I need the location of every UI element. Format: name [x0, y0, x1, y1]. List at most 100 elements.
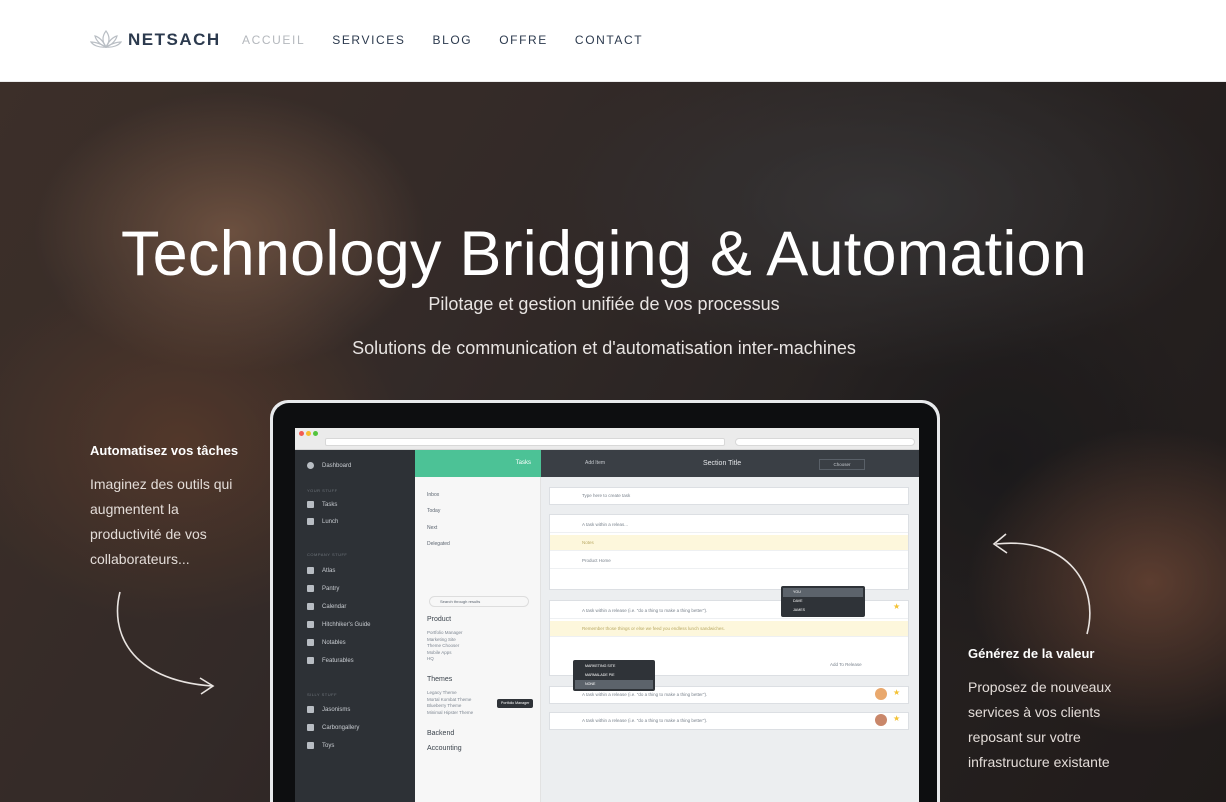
app-main-panel: Add Item Section Title Chooser Type here… — [541, 450, 919, 802]
add-item-button: Add Item — [585, 460, 606, 466]
task-project: Product Home — [550, 553, 908, 569]
product-subs: Portfolio Manager Marketing Site Theme C… — [427, 630, 463, 663]
camera-icon — [307, 724, 314, 731]
sidebar-label: Atlas — [322, 567, 336, 574]
curved-arrow-right-icon — [992, 533, 1091, 635]
project-dropdown: MARKETING SITE MARMALADE PIE NONE — [573, 660, 655, 691]
maximize-dot-icon — [313, 431, 318, 436]
browser-search — [735, 438, 915, 446]
people-icon — [307, 639, 314, 646]
sidebar-label: Calendar — [322, 603, 347, 610]
dashboard-icon — [307, 462, 314, 469]
category-backend: Backend — [427, 730, 455, 737]
book-icon — [307, 621, 314, 628]
pin-icon — [307, 501, 314, 508]
sidebar-item-featurables: Featurables — [307, 657, 354, 664]
sidebar-label: Lunch — [322, 518, 339, 525]
map-icon — [307, 567, 314, 574]
project-option: MARMALADE PIE — [585, 673, 615, 677]
sidebar-item-atlas: Atlas — [307, 567, 335, 574]
hero-title: Technology Bridging & Automation — [120, 219, 1087, 289]
sidebar-label: Toys — [322, 742, 335, 749]
pantry-icon — [307, 585, 314, 592]
feature-automate-heading: Automatisez vos tâches — [90, 443, 239, 458]
chooser-button: Chooser — [819, 459, 865, 470]
address-bar — [325, 438, 725, 446]
sidebar-label: Dashboard — [322, 462, 352, 469]
sidebar-label: Hitchhiker's Guide — [322, 621, 371, 628]
calendar-icon — [307, 603, 314, 610]
minimize-dot-icon — [306, 431, 311, 436]
sidebar-section: YOUR STUFF — [307, 488, 338, 493]
task-title: A task within a releas... — [550, 517, 908, 533]
star-icon: ★ — [893, 688, 901, 697]
toy-icon — [307, 742, 314, 749]
sub-item: Theme Chooser — [427, 643, 460, 648]
task-search: Search through results — [429, 596, 529, 607]
sidebar-section: SILLY STUFF — [307, 692, 338, 697]
assignee-option: JAMES — [793, 608, 805, 612]
sidebar-item-calendar: Calendar — [307, 603, 346, 610]
nav-item-contact[interactable]: CONTACT — [575, 33, 643, 47]
feature-value: Générez de la valeur Proposez de nouveau… — [968, 646, 1138, 775]
task-notes: Notes — [550, 535, 908, 551]
brand-name: NETSACH — [128, 30, 221, 49]
sidebar-label: Carbongallery — [322, 724, 360, 731]
lotus-logo-icon — [90, 30, 122, 49]
avatar — [875, 688, 887, 700]
hero-section: Technology Bridging & Automation Pilotag… — [0, 82, 1226, 802]
project-option: NONE — [575, 680, 653, 689]
drag-tooltip: Portfolio Manager — [497, 699, 534, 708]
feature-automate: Automatisez vos tâches Imaginez des outi… — [90, 443, 250, 572]
task-filter-today: Today — [427, 508, 441, 514]
main-menu: ACCUEIL SERVICES BLOG OFFRE CONTACT — [242, 33, 670, 47]
nav-item-offre[interactable]: OFFRE — [499, 33, 548, 47]
sidebar-item-jasonisms: Jasonisms — [307, 706, 350, 713]
nav-item-blog[interactable]: BLOG — [433, 33, 473, 47]
sidebar-section: COMPANY STUFF — [307, 552, 348, 557]
task-card-4: A task within a release (i.e. "do a thin… — [549, 712, 909, 730]
top-navbar: NETSACH ACCUEIL SERVICES BLOG OFFRE CONT… — [0, 0, 1226, 82]
assignee-dropdown: YOU DAVE JAMES — [781, 586, 865, 617]
task-column-title: Tasks — [515, 460, 531, 466]
task-title: A task within a release (i.e. "do a thin… — [582, 718, 708, 723]
curved-arrow-left-icon — [116, 591, 215, 695]
sidebar-item-guide: Hitchhiker's Guide — [307, 621, 371, 628]
sidebar-label: Notables — [322, 639, 346, 646]
assignee-option: YOU — [783, 588, 863, 597]
nav-item-accueil[interactable]: ACCUEIL — [242, 33, 305, 47]
task-notes: Remember those things or else we feed yo… — [550, 621, 908, 637]
category-themes: Themes — [427, 676, 453, 683]
sidebar-label: Pantry — [322, 585, 340, 592]
app-task-column: Tasks Inbox Today Next Delegated Search … — [415, 450, 541, 802]
app-sidebar: Dashboard YOUR STUFF Tasks Lunch COMPANY… — [295, 450, 415, 802]
assignee-option: DAVE — [793, 599, 803, 603]
sidebar-label: Featurables — [322, 657, 354, 664]
laptop-bezel: Dashboard YOUR STUFF Tasks Lunch COMPANY… — [273, 403, 937, 802]
star-icon: ★ — [893, 602, 901, 611]
sub-item: HQ — [427, 656, 434, 661]
category-product: Product — [427, 616, 452, 623]
sidebar-item-carbongallery: Carbongallery — [307, 724, 359, 731]
close-dot-icon — [299, 431, 304, 436]
avatar — [875, 714, 887, 726]
task-filter-inbox: Inbox — [427, 492, 440, 498]
feature-automate-text: Imaginez des outils qui augmentent la pr… — [90, 476, 233, 567]
theme-subs: Legacy Theme Mortal Kombat Theme Blueber… — [427, 690, 473, 716]
hero-tagline: Solutions de communication et d'automati… — [352, 338, 856, 358]
brand[interactable]: NETSACH — [90, 28, 221, 52]
task-column-header: Tasks — [415, 450, 541, 477]
section-title: Section Title — [703, 460, 742, 467]
hero-subtitle: Pilotage et gestion unifiée de vos proce… — [428, 294, 780, 314]
category-accounting: Accounting — [427, 745, 462, 752]
sidebar-item-lunch: Lunch — [307, 518, 338, 525]
feature-value-heading: Générez de la valeur — [968, 646, 1095, 661]
project-option: MARKETING SITE — [585, 664, 616, 668]
task-filter-next: Next — [427, 525, 438, 531]
doc-icon — [307, 518, 314, 525]
sidebar-label: Jasonisms — [322, 706, 351, 713]
trophy-icon — [307, 657, 314, 664]
nav-item-services[interactable]: SERVICES — [332, 33, 405, 47]
app-screenshot: Dashboard YOUR STUFF Tasks Lunch COMPANY… — [295, 428, 919, 802]
laptop-mockup: Dashboard YOUR STUFF Tasks Lunch COMPANY… — [270, 400, 940, 802]
